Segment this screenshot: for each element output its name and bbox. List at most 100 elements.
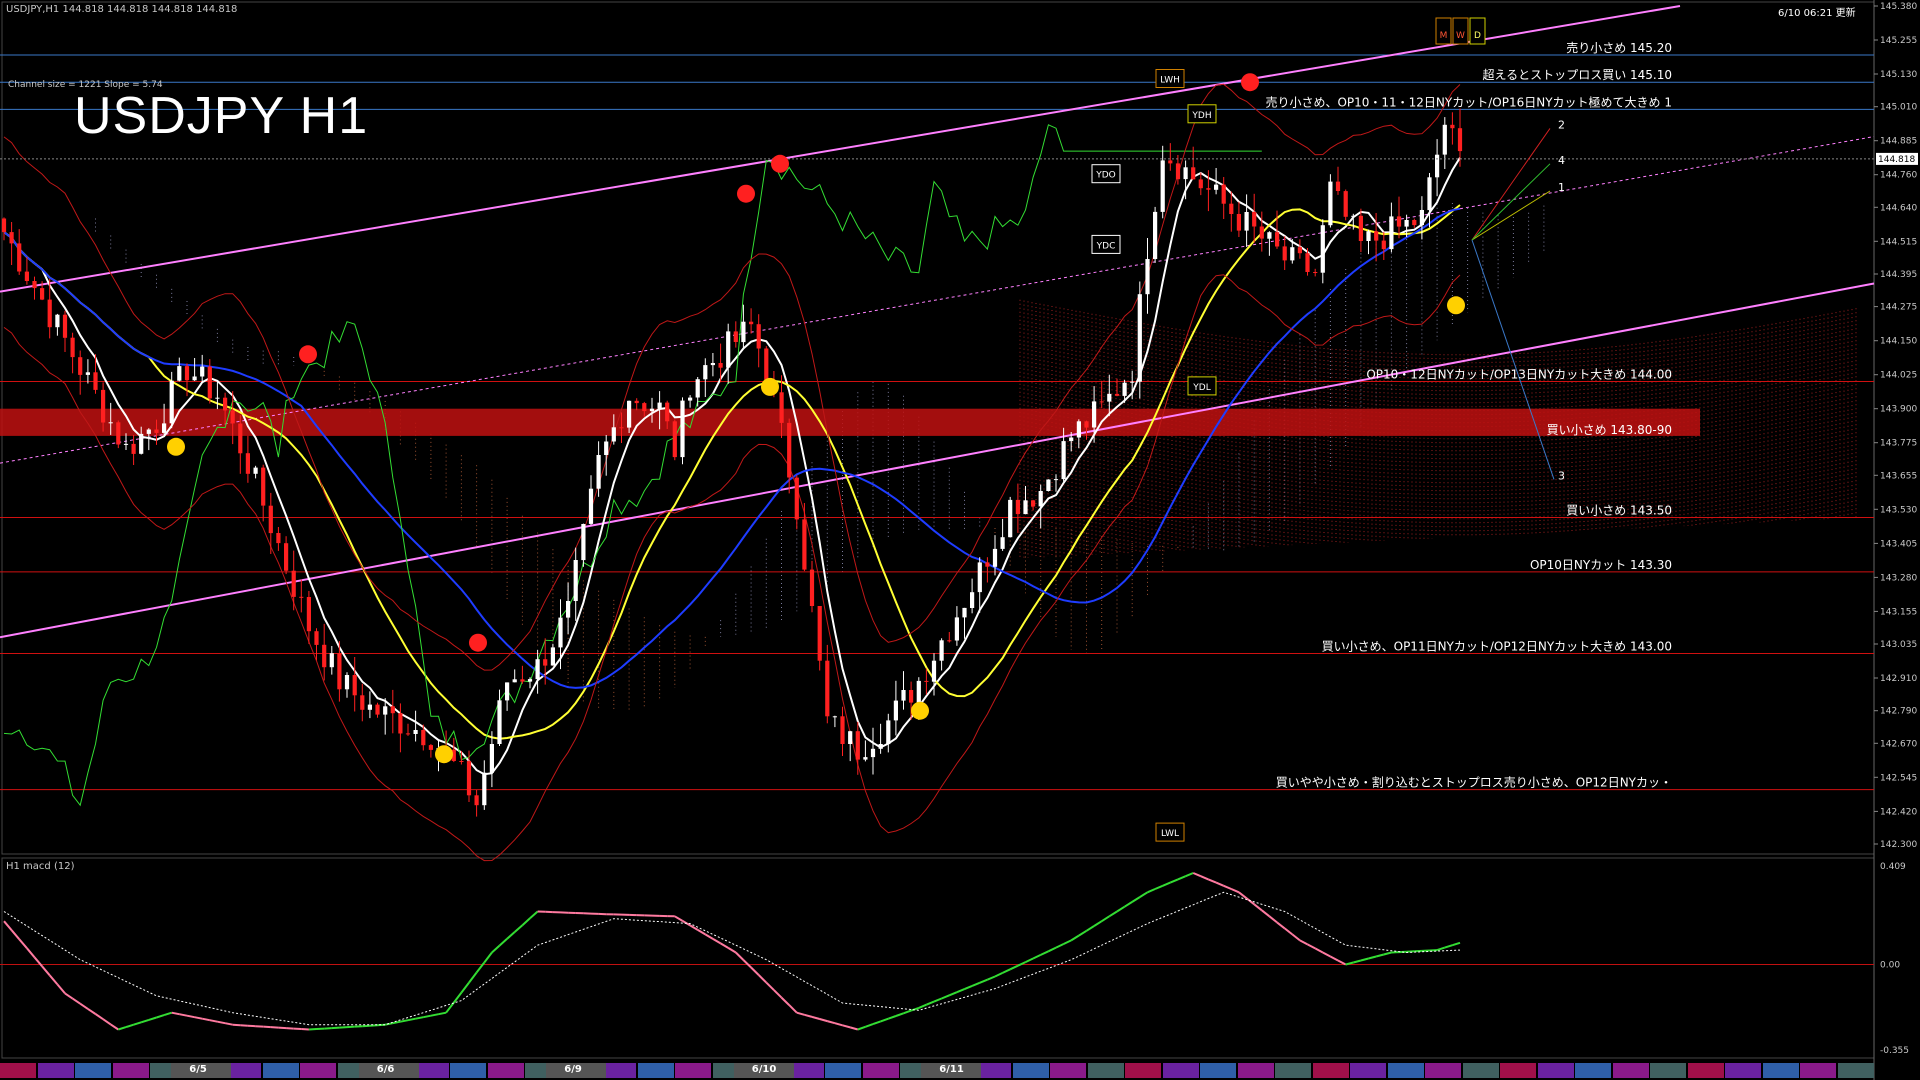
- candle-body: [634, 400, 639, 404]
- y-tick-label: 143.775: [1880, 439, 1917, 449]
- candle-body: [245, 453, 250, 474]
- candle-body: [1198, 179, 1203, 189]
- date-strip-segment: [1387, 1063, 1424, 1078]
- candle-body: [405, 733, 411, 735]
- candle-body: [123, 443, 129, 445]
- candle-body: [78, 357, 83, 375]
- candle-body: [1000, 537, 1005, 549]
- date-strip-segment: [637, 1063, 674, 1078]
- candle-body: [322, 644, 327, 668]
- candle-body: [1092, 401, 1097, 428]
- candle-body: [24, 271, 29, 281]
- candle-body: [1374, 231, 1379, 241]
- candle-body: [93, 372, 98, 390]
- macd-main-segment: [346, 1025, 355, 1029]
- candle-body: [680, 400, 685, 458]
- date-strip-segment: [1575, 1063, 1611, 1078]
- date-strip-segment: [1725, 1063, 1761, 1078]
- candle-body: [1389, 216, 1394, 250]
- candle-body: [17, 243, 22, 272]
- candle-body: [1015, 499, 1020, 515]
- date-strip-segment: [1125, 1063, 1161, 1078]
- candle-body: [573, 560, 578, 601]
- marker-box-label: LWL: [1161, 829, 1179, 839]
- level-label: OP10日NYカット 143.30: [1530, 558, 1672, 572]
- candle-body: [1191, 167, 1196, 180]
- candle-body: [1229, 203, 1234, 214]
- candle-body: [421, 730, 426, 746]
- candle-body: [139, 433, 144, 454]
- projection-label: 4: [1558, 154, 1565, 167]
- y-tick-label: 145.130: [1880, 70, 1917, 80]
- candle-body: [329, 653, 334, 668]
- date-strip-segment: [1237, 1063, 1274, 1078]
- candle-body: [1328, 181, 1333, 226]
- candle-body: [832, 716, 837, 718]
- candle-body: [375, 704, 380, 715]
- y-tick-label: 143.280: [1880, 573, 1917, 583]
- candle-body: [550, 647, 555, 666]
- date-strip-segment: [1762, 1063, 1799, 1078]
- macd-main-segment: [308, 1028, 317, 1031]
- candle-body: [207, 366, 212, 399]
- candle-body: [47, 299, 52, 328]
- level-label: OP10・12日NYカット/OP13日NYカット大きめ 144.00: [1366, 368, 1672, 382]
- turn-marker: [469, 633, 487, 652]
- candle-body: [1275, 232, 1280, 247]
- zone-label: 買い小さめ 143.80-90: [1547, 423, 1672, 437]
- candle-body: [413, 730, 418, 734]
- candle-body: [657, 402, 662, 409]
- y-tick-label: 144.515: [1880, 237, 1917, 247]
- candle-body: [817, 606, 822, 661]
- candle-body: [1450, 124, 1455, 129]
- y-tick-label: 145.010: [1880, 103, 1917, 113]
- date-strip-segment: [1050, 1063, 1086, 1078]
- candle-body: [947, 640, 952, 642]
- candle-body: [1259, 226, 1264, 239]
- candle-body: [1297, 247, 1302, 254]
- y-tick-label: 144.275: [1880, 303, 1917, 313]
- candle-body: [642, 403, 647, 412]
- candle-body: [1442, 124, 1447, 155]
- candle-body: [1335, 181, 1341, 191]
- candle-body: [238, 423, 243, 454]
- projection-label: 1: [1558, 181, 1565, 194]
- candle-body: [802, 519, 807, 570]
- candle-body: [352, 675, 357, 696]
- candle-body: [840, 716, 845, 744]
- candle-body: [909, 690, 914, 703]
- candle-body: [1099, 401, 1104, 403]
- candle-body: [1267, 232, 1272, 239]
- updated-time: 6/10 06:21 更新: [1778, 8, 1856, 19]
- y-tick-label: 143.900: [1880, 405, 1917, 415]
- candle-body: [878, 744, 883, 749]
- turn-marker: [299, 345, 317, 364]
- candle-body: [1366, 231, 1371, 241]
- macd-y-tick-label: 0.409: [1880, 862, 1906, 872]
- y-tick-label: 144.395: [1880, 270, 1917, 280]
- candle-body: [1435, 154, 1440, 178]
- candle-body: [1153, 211, 1158, 259]
- candle-body: [1214, 184, 1219, 190]
- y-tick-label: 142.420: [1880, 807, 1917, 817]
- date-strip-segment: [1312, 1063, 1349, 1078]
- candle-body: [733, 331, 738, 342]
- candle-body: [200, 366, 205, 377]
- candle-body: [619, 427, 624, 429]
- candle-body: [1351, 215, 1356, 217]
- candle-body: [215, 397, 220, 399]
- candle-body: [718, 363, 723, 368]
- y-tick-label: 142.300: [1880, 840, 1917, 850]
- candle-body: [703, 365, 708, 380]
- candle-body: [1084, 421, 1089, 428]
- date-strip-segment: [1537, 1063, 1574, 1078]
- candle-body: [1427, 177, 1432, 211]
- candle-body: [512, 679, 517, 683]
- candle-body: [1290, 247, 1295, 261]
- macd-main-segment: [240, 1024, 248, 1027]
- turn-marker: [761, 377, 779, 396]
- candle-body: [527, 679, 533, 682]
- candle-body: [855, 731, 860, 760]
- candle-body: [779, 392, 784, 423]
- y-tick-label: 144.640: [1880, 203, 1917, 213]
